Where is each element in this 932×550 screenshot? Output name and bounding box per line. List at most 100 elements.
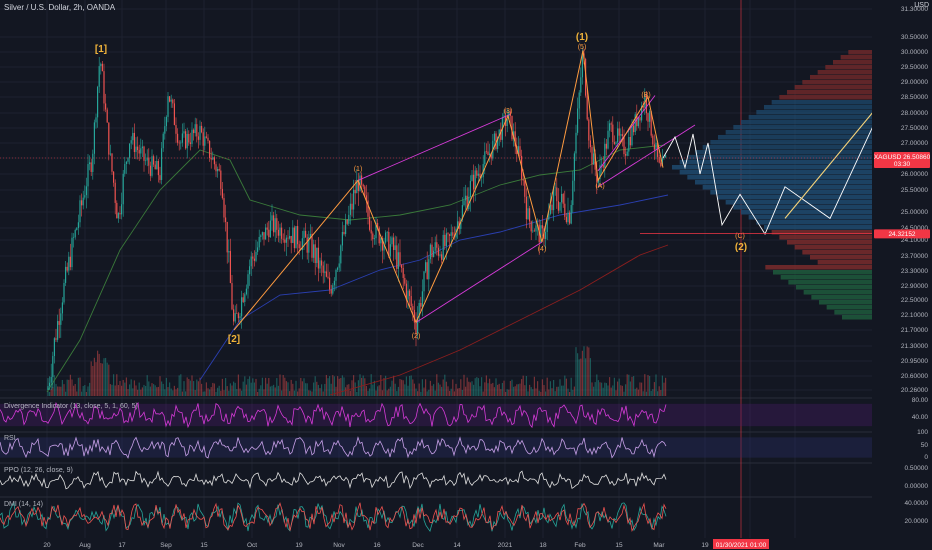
candle-body bbox=[529, 208, 531, 222]
volume-bar bbox=[588, 347, 590, 396]
volume-bar bbox=[617, 381, 619, 396]
date-highlight-label: 01/30/2021 01:00 bbox=[716, 542, 767, 549]
volume-bar bbox=[509, 381, 511, 396]
volume-bar bbox=[447, 386, 449, 396]
candle-body bbox=[586, 95, 588, 120]
candle-body bbox=[108, 122, 110, 155]
volume-bar bbox=[191, 375, 193, 396]
time-tick-label: 16 bbox=[373, 542, 381, 549]
candle-body bbox=[341, 231, 343, 246]
volume-bar bbox=[122, 379, 124, 396]
volume-bar bbox=[554, 391, 556, 396]
divergence-indicator-label[interactable]: Divergence Indicator (13, close, 5, 1, 6… bbox=[4, 403, 138, 410]
candle-body bbox=[575, 132, 577, 154]
ppo-indicator-label[interactable]: PPO (12, 26, close, 9) bbox=[4, 467, 73, 474]
volume-bar bbox=[517, 384, 519, 396]
volume-bar bbox=[663, 382, 665, 396]
rsi-indicator-label[interactable]: RSI bbox=[4, 435, 16, 442]
candle-body bbox=[463, 200, 465, 206]
volume-bar bbox=[148, 381, 150, 396]
candle-body bbox=[95, 117, 97, 123]
candle-body bbox=[303, 230, 305, 239]
volume-bar bbox=[578, 359, 580, 396]
candle-body bbox=[266, 227, 268, 230]
price-tick-label: 23.30000 bbox=[901, 268, 928, 275]
candle-body bbox=[580, 77, 582, 93]
volume-bar bbox=[658, 386, 660, 396]
candle-body bbox=[181, 133, 183, 143]
volume-bar bbox=[434, 390, 436, 396]
dmi-indicator-label[interactable]: DMI (14, 14) bbox=[4, 501, 43, 508]
volume-bar bbox=[282, 374, 284, 396]
volume-bar bbox=[245, 384, 247, 396]
volume-bar bbox=[354, 382, 356, 396]
volume-bar bbox=[268, 378, 270, 396]
candle-body bbox=[228, 251, 230, 253]
volume-bar bbox=[89, 382, 91, 396]
volume-bar bbox=[52, 387, 54, 396]
candle-body bbox=[361, 175, 363, 185]
volume-bar bbox=[349, 390, 351, 396]
candle-body bbox=[103, 71, 105, 104]
volume-bar bbox=[338, 378, 340, 396]
volume-bar bbox=[490, 383, 492, 396]
volume-bar bbox=[489, 378, 491, 396]
volume-bar bbox=[185, 391, 187, 396]
volume-bar bbox=[201, 383, 203, 396]
candle-body bbox=[84, 195, 86, 198]
volume-bar bbox=[292, 383, 294, 396]
time-tick-label: 19 bbox=[701, 542, 709, 549]
volume-bar bbox=[548, 389, 550, 396]
wave-label-2: [2] bbox=[228, 334, 240, 345]
time-tick-label: 15 bbox=[615, 542, 623, 549]
volume-bar bbox=[625, 384, 627, 396]
currency-scale[interactable]: USD bbox=[914, 2, 929, 9]
price-axis[interactable]: 31.3000030.5000030.0000029.5000029.00000… bbox=[872, 0, 932, 538]
volume-bar bbox=[327, 378, 329, 396]
candle-body bbox=[231, 283, 233, 310]
candle-body bbox=[121, 204, 123, 215]
volume-bar bbox=[365, 385, 367, 396]
volume-bar bbox=[620, 385, 622, 396]
volume-bar bbox=[173, 385, 175, 396]
volume-bar bbox=[466, 377, 468, 396]
volume-bar bbox=[156, 387, 158, 396]
candle-body bbox=[325, 271, 327, 277]
candle-body bbox=[93, 122, 95, 154]
candle-body bbox=[249, 266, 251, 275]
volume-bar bbox=[90, 361, 92, 396]
candle-body bbox=[618, 128, 620, 136]
volume-bar bbox=[503, 380, 505, 396]
candle-body bbox=[605, 143, 607, 149]
price-chart[interactable]: [1][2](1)(5)(2)(1)(2)(3)(4)(A)(B)(C) 31.… bbox=[0, 0, 932, 550]
volume-bar bbox=[521, 379, 523, 396]
volume-profile-bar bbox=[679, 160, 902, 165]
candle-body bbox=[530, 221, 532, 232]
candle-body bbox=[305, 230, 307, 238]
candle-body bbox=[319, 260, 321, 269]
price-tick-label: 29.00000 bbox=[901, 79, 928, 86]
candle-body bbox=[47, 386, 49, 390]
wave-label-intermediate: (C) bbox=[735, 233, 745, 240]
candle-body bbox=[164, 126, 166, 134]
wave-label-primary-2: (2) bbox=[735, 242, 747, 253]
volume-bar bbox=[621, 385, 623, 396]
volume-bar bbox=[500, 389, 502, 396]
candle-body bbox=[572, 180, 574, 206]
candle-body bbox=[172, 99, 174, 104]
candle-body bbox=[623, 136, 625, 155]
candle-body bbox=[428, 259, 430, 280]
time-axis[interactable]: 20 Aug 17 Sep 15 Oct 19 Nov 16 Dec 14 2021 18 Feb 15 Ma… bbox=[0, 538, 932, 550]
volume-bar bbox=[281, 390, 283, 396]
volume-bar bbox=[305, 383, 307, 396]
volume-bar bbox=[255, 378, 257, 396]
volume-bar bbox=[50, 389, 52, 396]
volume-bar bbox=[221, 378, 223, 396]
volume-bar bbox=[265, 377, 267, 396]
volume-bar bbox=[329, 376, 331, 396]
volume-bar bbox=[561, 385, 563, 396]
candle-body bbox=[156, 160, 158, 170]
candle-body bbox=[321, 260, 323, 266]
volume-bar bbox=[441, 386, 443, 396]
candle-body bbox=[98, 66, 100, 87]
